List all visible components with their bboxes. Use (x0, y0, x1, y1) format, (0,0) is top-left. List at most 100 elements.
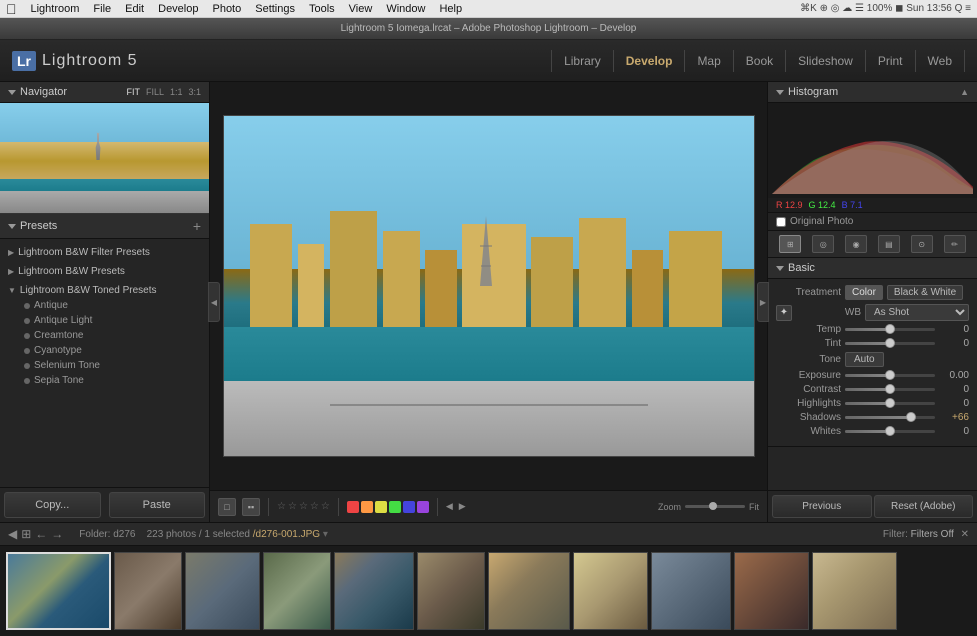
tint-slider-thumb[interactable] (885, 338, 895, 348)
reset-button[interactable]: Reset (Adobe) (874, 495, 974, 518)
view-normal-icon[interactable]: □ (218, 498, 236, 516)
color-label-yellow[interactable] (375, 501, 387, 513)
filmstrip-thumb-10[interactable] (734, 552, 809, 630)
nav-arrow-right-icon[interactable]: → (51, 527, 63, 541)
filmstrip-thumb-4[interactable] (263, 552, 331, 630)
preset-selenium-tone[interactable]: Selenium Tone (0, 358, 209, 373)
menu-settings[interactable]: Settings (255, 3, 295, 15)
original-photo-checkbox[interactable] (776, 217, 786, 227)
navigator-header[interactable]: Navigator FIT FILL 1:1 3:1 (0, 82, 209, 103)
red-eye-tool[interactable]: ◉ (845, 235, 867, 253)
left-panel-collapse-button[interactable]: ◀ (208, 282, 220, 322)
filmstrip-thumb-8[interactable] (573, 552, 648, 630)
temp-slider[interactable] (845, 328, 935, 331)
presets-add-button[interactable]: + (193, 218, 201, 234)
graduated-filter-tool[interactable]: ▤ (878, 235, 900, 253)
tint-slider[interactable] (845, 342, 935, 345)
temp-slider-thumb[interactable] (885, 324, 895, 334)
highlights-slider-thumb[interactable] (885, 398, 895, 408)
filmstrip-thumb-3[interactable] (185, 552, 260, 630)
zoom-3to1[interactable]: 3:1 (188, 87, 201, 97)
apple-menu[interactable]:  (6, 1, 17, 17)
color-label-orange[interactable] (361, 501, 373, 513)
view-compare-icon[interactable]: ▪▪ (242, 498, 260, 516)
menu-edit[interactable]: Edit (125, 3, 144, 15)
whites-slider[interactable] (845, 430, 935, 433)
star-5[interactable]: ☆ (321, 501, 330, 512)
contrast-slider[interactable] (845, 388, 935, 391)
preset-group-bwtoned-title[interactable]: ▼ Lightroom B&W Toned Presets (0, 283, 209, 298)
zoom-1to1[interactable]: 1:1 (170, 87, 183, 97)
filmstrip-thumb-7[interactable] (488, 552, 570, 630)
preset-group-bwfilter-title[interactable]: ▶ Lightroom B&W Filter Presets (0, 245, 209, 260)
menu-view[interactable]: View (349, 3, 373, 15)
module-print[interactable]: Print (866, 50, 916, 72)
zoom-fit[interactable]: FIT (126, 87, 140, 97)
star-4[interactable]: ☆ (310, 501, 319, 512)
contrast-slider-thumb[interactable] (885, 384, 895, 394)
preset-antique[interactable]: Antique (0, 298, 209, 313)
module-web[interactable]: Web (916, 50, 965, 72)
paste-button[interactable]: Paste (109, 492, 206, 518)
eyedropper-tool[interactable]: ✦ (776, 305, 792, 321)
shadows-slider[interactable] (845, 416, 935, 419)
color-treatment-button[interactable]: Color (845, 285, 883, 300)
right-panel-collapse-button[interactable]: ▶ (757, 282, 769, 322)
preset-cyanotype[interactable]: Cyanotype (0, 343, 209, 358)
arrow-right-icon[interactable]: ▶ (459, 501, 466, 512)
module-library[interactable]: Library (551, 50, 614, 72)
filmstrip-thumb-5[interactable] (334, 552, 414, 630)
filter-close-icon[interactable]: ✕ (961, 529, 969, 540)
presets-header[interactable]: Presets + (0, 213, 209, 239)
preset-sepia-tone[interactable]: Sepia Tone (0, 373, 209, 388)
color-label-green[interactable] (389, 501, 401, 513)
menu-window[interactable]: Window (386, 3, 425, 15)
exposure-slider-thumb[interactable] (885, 370, 895, 380)
nav-back-icon[interactable]: ◀ (8, 527, 17, 541)
menu-photo[interactable]: Photo (212, 3, 241, 15)
exposure-slider[interactable] (845, 374, 935, 377)
copy-button[interactable]: Copy... (4, 492, 101, 518)
bw-treatment-button[interactable]: Black & White (887, 285, 963, 300)
filmstrip-thumb-1[interactable] (6, 552, 111, 630)
module-develop[interactable]: Develop (614, 50, 686, 72)
adjustment-brush-tool[interactable]: ✏ (944, 235, 966, 253)
nav-grid-icon[interactable]: ⊞ (21, 527, 31, 541)
zoom-slider-thumb[interactable] (709, 502, 717, 510)
menu-lightroom[interactable]: Lightroom (31, 3, 80, 15)
star-1[interactable]: ☆ (277, 501, 286, 512)
preset-antique-light[interactable]: Antique Light (0, 313, 209, 328)
shadows-slider-thumb[interactable] (906, 412, 916, 422)
highlights-slider[interactable] (845, 402, 935, 405)
filmstrip-thumb-6[interactable] (417, 552, 485, 630)
module-book[interactable]: Book (734, 50, 786, 72)
color-label-red[interactable] (347, 501, 359, 513)
preset-group-bw-title[interactable]: ▶ Lightroom B&W Presets (0, 264, 209, 279)
menu-develop[interactable]: Develop (158, 3, 198, 15)
filmstrip-thumb-2[interactable] (114, 552, 182, 630)
menu-tools[interactable]: Tools (309, 3, 335, 15)
crop-tool[interactable]: ⊞ (779, 235, 801, 253)
nav-arrow-left-icon[interactable]: ← (35, 527, 47, 541)
module-slideshow[interactable]: Slideshow (786, 50, 866, 72)
color-label-purple[interactable] (417, 501, 429, 513)
arrow-left-icon[interactable]: ◀ (446, 501, 453, 512)
zoom-slider[interactable] (685, 505, 745, 508)
spot-removal-tool[interactable]: ◎ (812, 235, 834, 253)
auto-tone-button[interactable]: Auto (845, 352, 884, 367)
star-2[interactable]: ☆ (288, 501, 297, 512)
menu-help[interactable]: Help (439, 3, 462, 15)
menu-file[interactable]: File (93, 3, 111, 15)
zoom-fill[interactable]: FILL (146, 87, 164, 97)
radial-filter-tool[interactable]: ⊙ (911, 235, 933, 253)
previous-button[interactable]: Previous (772, 495, 872, 518)
wb-select[interactable]: As Shot (865, 304, 969, 321)
star-3[interactable]: ☆ (299, 501, 308, 512)
preset-creamtone[interactable]: Creamtone (0, 328, 209, 343)
main-photo[interactable] (223, 115, 755, 457)
filmstrip-thumb-9[interactable] (651, 552, 731, 630)
whites-slider-thumb[interactable] (885, 426, 895, 436)
filmstrip-thumb-11[interactable] (812, 552, 897, 630)
color-label-blue[interactable] (403, 501, 415, 513)
module-map[interactable]: Map (685, 50, 733, 72)
